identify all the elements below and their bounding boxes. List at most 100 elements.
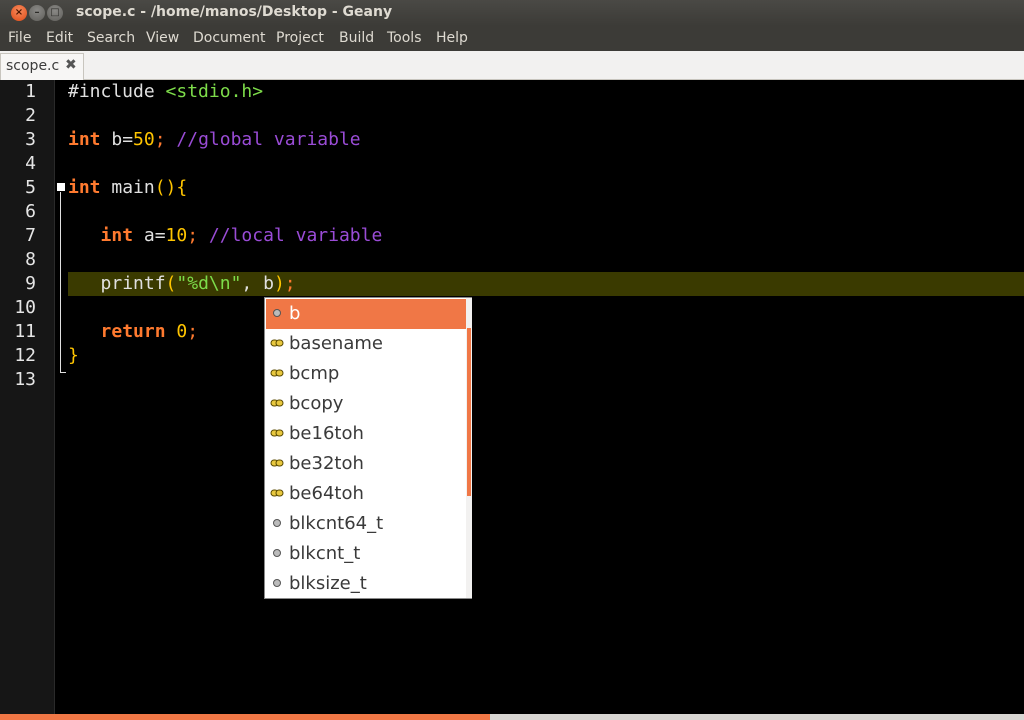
keyword: int	[68, 129, 101, 150]
autocomplete-label: blksize_t	[289, 573, 367, 594]
close-paren: )	[273, 273, 285, 294]
type-icon	[273, 549, 281, 557]
code-line-3: int b=50; //global variable	[68, 129, 361, 150]
type-icon	[273, 519, 281, 527]
autocomplete-label: bcopy	[289, 393, 344, 414]
close-tab-icon[interactable]: ✖	[65, 57, 77, 73]
line-number: 4	[25, 153, 36, 174]
document-tab-bar: scope.c ✖	[0, 51, 1024, 80]
autocomplete-label: bcmp	[289, 363, 340, 384]
function-icon	[270, 459, 284, 467]
fold-guide	[60, 192, 61, 372]
autocomplete-scrollbar[interactable]	[466, 298, 472, 598]
autocomplete-label: blkcnt64_t	[289, 513, 384, 534]
autocomplete-item[interactable]: blksize_t	[266, 569, 466, 599]
code-line-11: return 0;	[68, 321, 199, 342]
menu-help[interactable]: Help	[436, 30, 468, 46]
line-number: 2	[25, 105, 36, 126]
window-title: scope.c - /home/manos/Desktop - Geany	[76, 4, 393, 20]
close-brace: }	[68, 345, 79, 366]
horizontal-scrollbar[interactable]	[0, 714, 1024, 720]
menu-view[interactable]: View	[146, 30, 179, 46]
autocomplete-item[interactable]: be64toh	[266, 479, 466, 509]
number-literal: 10	[165, 225, 188, 246]
menu-project[interactable]: Project	[276, 30, 324, 46]
function-icon	[270, 489, 284, 497]
autocomplete-label: b	[289, 303, 301, 324]
menu-bar: File Edit Search View Document Project B…	[0, 26, 1024, 51]
autocomplete-label: be32toh	[289, 453, 364, 474]
line-number: 3	[25, 129, 36, 150]
horizontal-scrollbar-thumb[interactable]	[0, 714, 490, 720]
semicolon: ;	[284, 273, 296, 294]
menu-file[interactable]: File	[8, 30, 31, 46]
line-number: 5	[25, 177, 36, 198]
code-editor[interactable]: 1 2 3 4 5 6 7 8 9 10 11 12 13 #include <…	[0, 80, 1024, 720]
code-line-12: }	[68, 345, 79, 366]
autocomplete-popup[interactable]: b basename bcmp bcopy be16toh be32toh be…	[264, 297, 472, 599]
maximize-window-button[interactable]: □	[47, 5, 63, 21]
number-literal: 0	[176, 321, 188, 342]
fold-marker-icon[interactable]	[57, 183, 65, 191]
minimize-window-button[interactable]: –	[29, 5, 45, 21]
comment: //global variable	[165, 129, 361, 150]
function-call: printf	[100, 273, 166, 294]
autocomplete-item[interactable]: basename	[266, 329, 466, 359]
line-number: 7	[25, 225, 36, 246]
semicolon: ;	[187, 225, 199, 246]
type-icon	[273, 579, 281, 587]
autocomplete-item[interactable]: blkcnt64_t	[266, 509, 466, 539]
menu-tools[interactable]: Tools	[387, 30, 422, 46]
open-brace: {	[176, 177, 188, 198]
argument: , b	[241, 273, 274, 294]
function-icon	[270, 369, 284, 377]
number-literal: 50	[133, 129, 155, 150]
autocomplete-item[interactable]: bcmp	[266, 359, 466, 389]
identifier: a=	[133, 225, 166, 246]
keyword: int	[68, 177, 101, 198]
autocomplete-item[interactable]: bcopy	[266, 389, 466, 419]
autocomplete-label: basename	[289, 333, 383, 354]
autocomplete-label: be16toh	[289, 423, 364, 444]
semicolon: ;	[154, 129, 166, 150]
autocomplete-item[interactable]: blkcnt_t	[266, 539, 466, 569]
menu-search[interactable]: Search	[87, 30, 135, 46]
include-path: <stdio.h>	[165, 81, 264, 102]
variable-icon	[273, 309, 281, 317]
function-icon	[270, 429, 284, 437]
menu-edit[interactable]: Edit	[46, 30, 73, 46]
line-number: 13	[14, 369, 36, 390]
open-paren: (	[165, 273, 177, 294]
menu-build[interactable]: Build	[339, 30, 374, 46]
function-icon	[270, 399, 284, 407]
title-bar: × – □ scope.c - /home/manos/Desktop - Ge…	[0, 0, 1024, 26]
autocomplete-scrollbar-thumb[interactable]	[467, 328, 471, 496]
preprocessor-directive: #include	[68, 81, 166, 102]
fold-guide-end	[60, 372, 66, 373]
autocomplete-item[interactable]: be16toh	[266, 419, 466, 449]
autocomplete-item[interactable]: be32toh	[266, 449, 466, 479]
close-window-button[interactable]: ×	[11, 5, 27, 21]
tab-scope-c[interactable]: scope.c ✖	[0, 53, 84, 80]
line-number: 8	[25, 249, 36, 270]
semicolon: ;	[187, 321, 199, 342]
autocomplete-label: blkcnt_t	[289, 543, 361, 564]
parens: ()	[154, 177, 177, 198]
autocomplete-item-selected[interactable]: b	[266, 299, 466, 329]
line-number: 1	[25, 81, 36, 102]
comment: //local variable	[198, 225, 383, 246]
line-number: 10	[14, 297, 36, 318]
identifier: main	[100, 177, 155, 198]
keyword: int	[100, 225, 134, 246]
line-number: 6	[25, 201, 36, 222]
line-number: 12	[14, 345, 36, 366]
function-icon	[270, 339, 284, 347]
line-number-gutter: 1 2 3 4 5 6 7 8 9 10 11 12 13	[0, 80, 55, 720]
string-literal: "%d\n"	[176, 273, 242, 294]
line-number: 11	[14, 321, 36, 342]
menu-document[interactable]: Document	[193, 30, 266, 46]
